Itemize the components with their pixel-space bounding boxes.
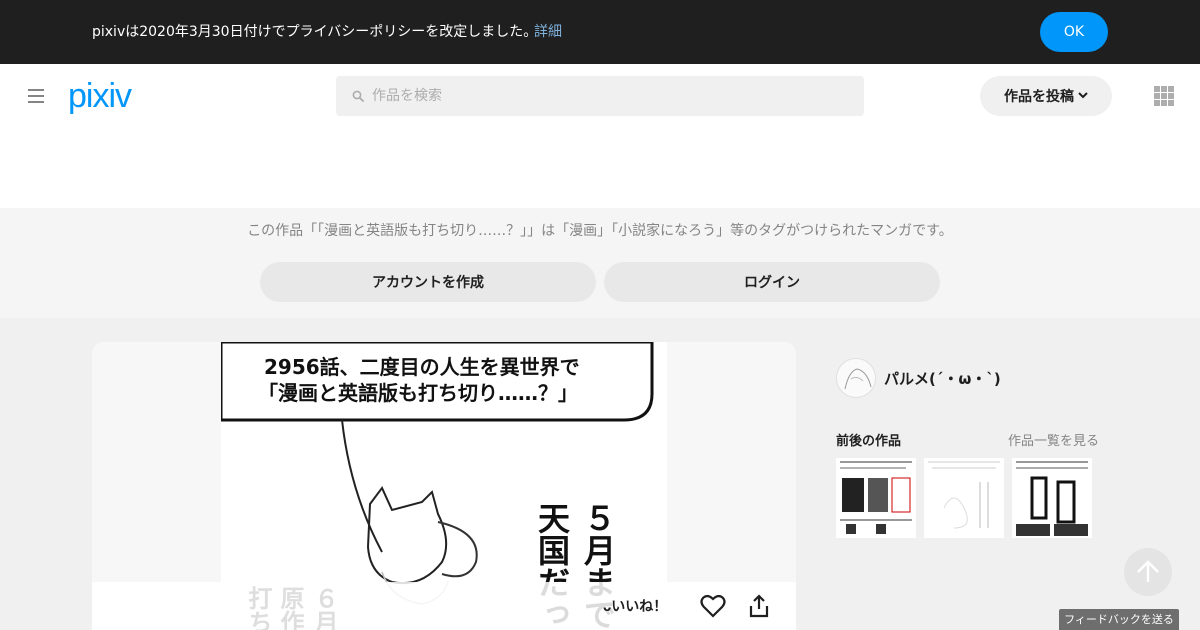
nearby-work-thumbnail[interactable] bbox=[836, 458, 916, 538]
like-label: いいね！ bbox=[611, 599, 668, 615]
arrow-up-icon bbox=[1137, 559, 1159, 582]
create-account-button[interactable]: アカウントを作成 bbox=[260, 262, 596, 302]
nearby-work-thumbnail[interactable] bbox=[1012, 458, 1092, 538]
search-box bbox=[336, 76, 864, 116]
faded-text-col-1: ６月 bbox=[310, 586, 339, 630]
pixiv-logo[interactable]: pixiv bbox=[68, 76, 132, 116]
banner-details-link[interactable]: 詳細 bbox=[534, 22, 562, 42]
heart-icon[interactable] bbox=[700, 594, 726, 618]
nearby-works-title: 前後の作品 bbox=[836, 434, 902, 449]
post-work-button[interactable]: 作品を投稿 bbox=[980, 76, 1112, 116]
work-tags-description: この作品「「漫画と英語版も打ち切り……？」」は「漫画」「小説家になろう」等のタグ… bbox=[247, 223, 953, 239]
avatar-sketch-icon bbox=[844, 368, 872, 390]
post-work-label: 作品を投稿 bbox=[1004, 89, 1074, 105]
see-all-works-link[interactable]: 作品一覧を見る bbox=[1008, 430, 1099, 449]
hamburger-menu-icon[interactable] bbox=[28, 89, 44, 103]
feedback-button[interactable]: フィードバックを送る bbox=[1059, 609, 1179, 630]
signup-prompt: この作品「「漫画と英語版も打ち切り……？」」は「漫画」「小説家になろう」等のタグ… bbox=[0, 208, 1200, 318]
scroll-to-top-button[interactable] bbox=[1124, 548, 1172, 596]
apps-grid-icon[interactable] bbox=[1154, 86, 1174, 106]
author-avatar[interactable] bbox=[836, 358, 876, 398]
login-button[interactable]: ログイン bbox=[604, 262, 940, 302]
nearby-work-thumbnail[interactable] bbox=[924, 458, 1004, 538]
banner-ok-button[interactable]: OK bbox=[1040, 12, 1108, 52]
artwork-viewer[interactable]: 2956話、二度目の人生を異世界で 「漫画と英語版も打ち切り……？」 ５月まで … bbox=[92, 342, 796, 630]
smile-icon: ᴗ bbox=[603, 600, 612, 614]
caption-line-2: 「漫画と英語版も打ち切り……？」 bbox=[258, 381, 578, 405]
faded-text-col-3: 打ち bbox=[244, 585, 272, 630]
privacy-banner: pixivは2020年3月30日付けでプライバシーポリシーを改定しました。 詳細… bbox=[0, 0, 1200, 64]
caption-line-1: 2956話、二度目の人生を異世界で bbox=[264, 355, 580, 379]
chevron-down-icon bbox=[1078, 87, 1088, 103]
search-icon bbox=[352, 90, 364, 102]
banner-text: pixivは2020年3月30日付けでプライバシーポリシーを改定しました。 bbox=[92, 24, 538, 40]
search-input[interactable] bbox=[372, 76, 852, 116]
manga-artwork-image: 2956話、二度目の人生を異世界で 「漫画と英語版も打ち切り……？」 ５月まで … bbox=[92, 342, 796, 630]
author-name[interactable]: パルメ(´・ω・`) bbox=[884, 368, 1001, 389]
like-button[interactable]: ᴗいいね！ bbox=[603, 596, 667, 616]
faded-text-col-2: 原作 bbox=[276, 586, 304, 630]
share-icon[interactable] bbox=[748, 594, 770, 618]
